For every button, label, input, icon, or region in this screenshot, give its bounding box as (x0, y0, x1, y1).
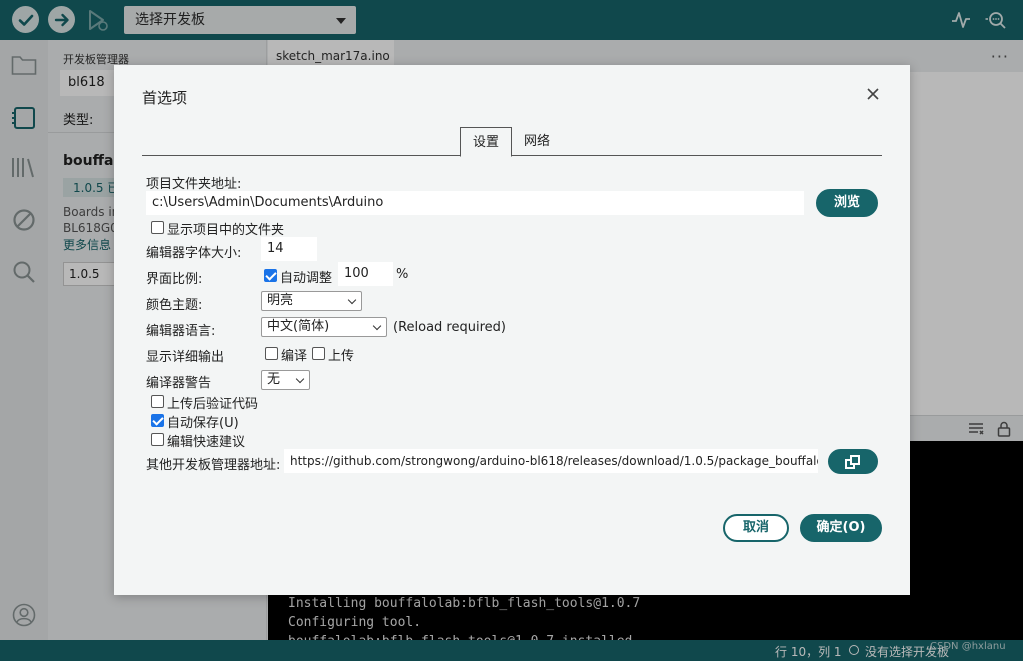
close-icon[interactable] (864, 85, 882, 103)
verify-after-upload-checkbox[interactable] (151, 395, 164, 408)
sketchbook-path-input[interactable]: c:\Users\Admin\Documents\Arduino (146, 191, 804, 215)
ok-button[interactable]: 确定(O) (800, 514, 882, 542)
auto-scale-label: 自动调整 (280, 271, 333, 286)
show-files-label: 显示项目中的文件夹 (167, 223, 285, 238)
chevron-down-icon (372, 321, 382, 331)
warnings-value: 无 (267, 372, 281, 387)
tab-network[interactable]: 网络 (512, 127, 562, 157)
show-files-checkbox[interactable] (151, 221, 164, 234)
board-urls-input[interactable]: https://github.com/strongwong/arduino-bl… (284, 449, 818, 473)
language-label: 编辑器语言: (146, 324, 216, 339)
font-size-input[interactable]: 14 (261, 237, 317, 261)
verbose-compile-checkbox[interactable] (265, 347, 278, 360)
dialog-title: 首选项 (142, 89, 188, 107)
language-select[interactable]: 中文(简体) (261, 317, 387, 337)
chevron-down-icon (347, 295, 357, 305)
reload-note: (Reload required) (393, 320, 506, 335)
language-value: 中文(简体) (267, 319, 330, 334)
browse-button[interactable]: 浏览 (816, 189, 878, 217)
font-size-label: 编辑器字体大小: (146, 246, 242, 261)
scale-label: 界面比例: (146, 272, 203, 287)
verify-after-upload-label: 上传后验证代码 (167, 397, 259, 412)
theme-label: 颜色主题: (146, 298, 203, 313)
verbose-compile-label: 编译 (281, 349, 308, 364)
verbose-label: 显示详细输出 (146, 350, 225, 365)
scale-unit: % (396, 267, 409, 282)
open-window-icon (845, 455, 860, 469)
tab-settings[interactable]: 设置 (460, 127, 512, 157)
scale-input[interactable]: 100 (338, 262, 393, 286)
verbose-upload-label: 上传 (328, 349, 355, 364)
verbose-upload-checkbox[interactable] (312, 347, 325, 360)
quick-suggestions-checkbox[interactable] (151, 433, 164, 446)
cancel-button[interactable]: 取消 (723, 514, 789, 542)
theme-value: 明亮 (267, 293, 294, 308)
warnings-label: 编译器警告 (146, 376, 212, 391)
autosave-label: 自动保存(U) (167, 416, 239, 431)
preferences-dialog: 首选项 设置 网络 项目文件夹地址: c:\Users\Admin\Docume… (114, 65, 910, 595)
board-urls-label: 其他开发板管理器地址: (146, 458, 281, 473)
warnings-select[interactable]: 无 (261, 370, 310, 390)
quick-suggestions-label: 编辑快速建议 (167, 435, 246, 450)
theme-select[interactable]: 明亮 (261, 291, 362, 311)
auto-scale-checkbox[interactable] (264, 269, 277, 282)
edit-urls-button[interactable] (828, 449, 878, 474)
sketchbook-label: 项目文件夹地址: (146, 177, 242, 192)
chevron-down-icon (295, 374, 305, 384)
autosave-checkbox[interactable] (151, 414, 164, 427)
